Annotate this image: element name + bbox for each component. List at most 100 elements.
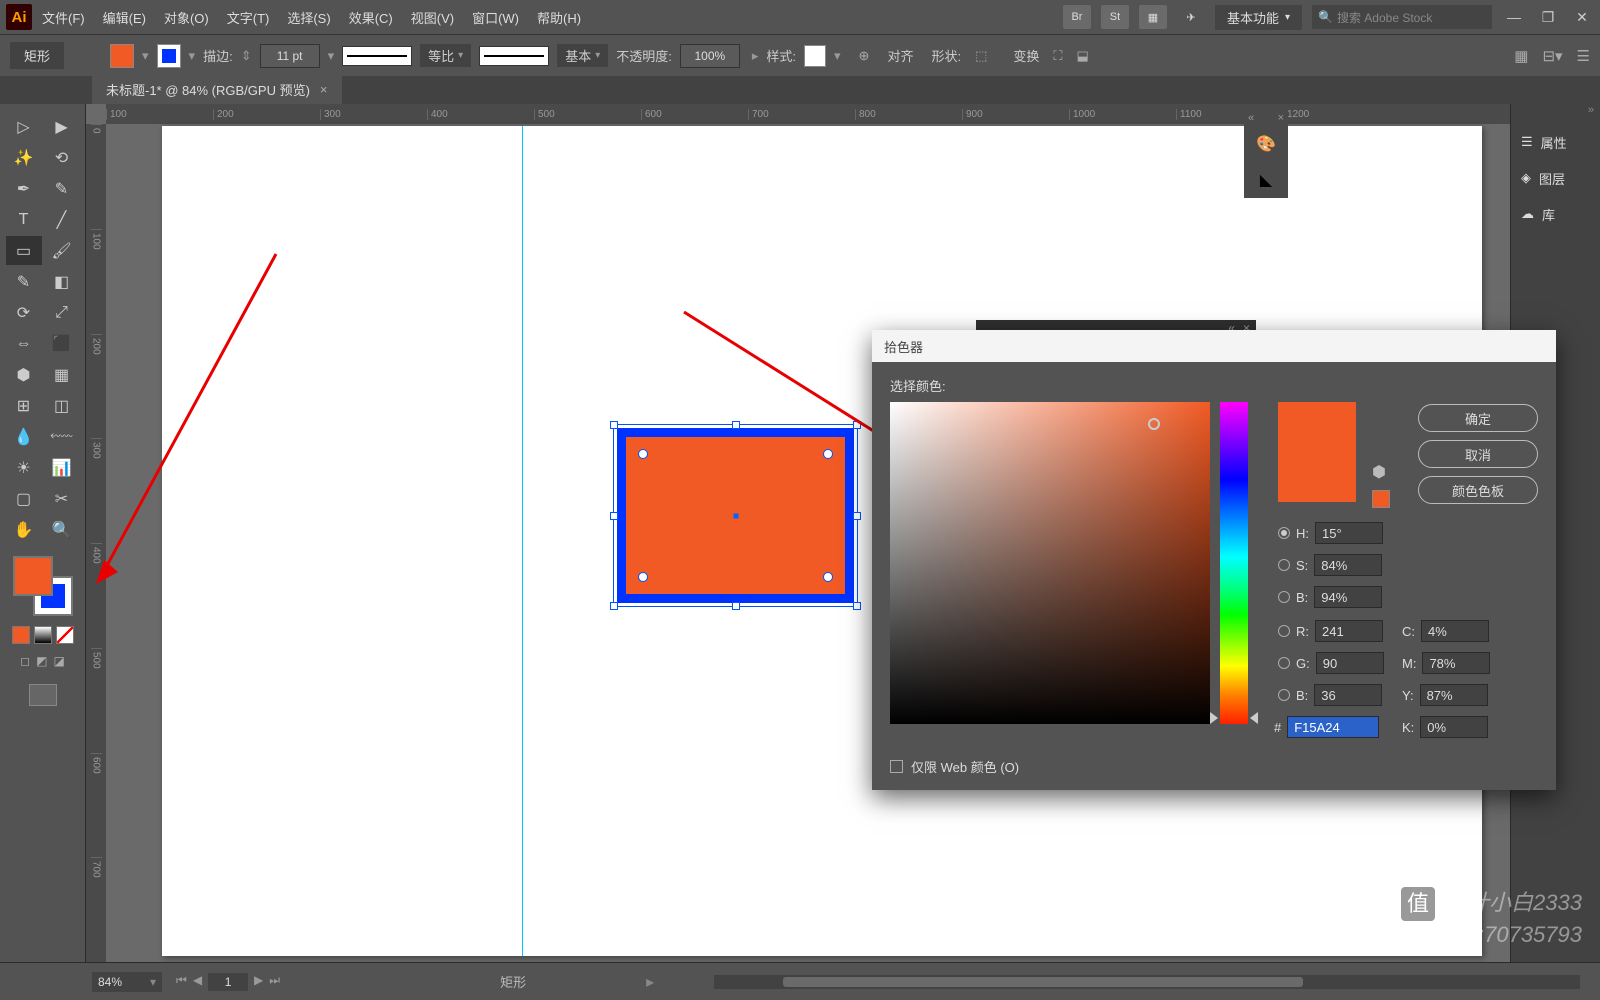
hand-tool[interactable]: ✋ xyxy=(6,515,42,544)
handle[interactable] xyxy=(853,602,861,610)
handle[interactable] xyxy=(610,421,618,429)
dialog-titlebar[interactable]: 拾色器 xyxy=(872,330,1556,362)
out-of-gamut-icon[interactable]: ⬢ xyxy=(1372,462,1386,482)
style-swatch[interactable] xyxy=(804,45,826,67)
handle[interactable] xyxy=(853,512,861,520)
perspective-tool[interactable]: ▦ xyxy=(44,360,80,389)
stroke-swatch[interactable] xyxy=(157,44,181,68)
draw-behind-icon[interactable]: ◩ xyxy=(36,654,47,668)
hue-slider[interactable] xyxy=(1220,402,1248,724)
g-input[interactable] xyxy=(1316,652,1384,674)
prev-artboard[interactable]: ◀ xyxy=(193,973,202,991)
s-input[interactable] xyxy=(1314,554,1382,576)
scale-tool[interactable]: ⤢ xyxy=(44,298,80,327)
width-tool[interactable]: ⇔ xyxy=(6,329,42,358)
color-panel-icon[interactable]: 🎨 xyxy=(1244,126,1288,162)
direct-select-tool[interactable]: ▶ xyxy=(44,112,80,141)
menu-type[interactable]: 文字(T) xyxy=(227,8,270,27)
type-tool[interactable]: T xyxy=(6,205,42,234)
shaper-tool[interactable]: ✎ xyxy=(6,267,42,296)
handle[interactable] xyxy=(610,602,618,610)
window-close[interactable]: ✕ xyxy=(1570,5,1594,29)
menu-help[interactable]: 帮助(H) xyxy=(537,8,581,27)
b2-radio[interactable] xyxy=(1278,689,1290,701)
guide-vertical[interactable] xyxy=(522,126,523,956)
align-to-icon[interactable]: ⊟▾ xyxy=(1542,47,1562,65)
k-input[interactable] xyxy=(1420,716,1488,738)
artboard-number[interactable]: 1 xyxy=(208,973,248,991)
hex-input[interactable] xyxy=(1287,716,1379,738)
free-transform-tool[interactable]: ⬛ xyxy=(44,329,80,358)
eyedropper-tool[interactable]: 💧 xyxy=(6,422,42,451)
transform-icon[interactable]: ⛶ xyxy=(1053,48,1062,64)
window-restore[interactable]: ❐ xyxy=(1536,5,1560,29)
blend-tool[interactable]: ⬳ xyxy=(44,422,80,451)
swatches-button[interactable]: 颜色色板 xyxy=(1418,476,1538,504)
gradient-tool[interactable]: ◫ xyxy=(44,391,80,420)
menu-select[interactable]: 选择(S) xyxy=(287,8,330,27)
tab-close[interactable]: × xyxy=(320,82,328,97)
b2-input[interactable] xyxy=(1314,684,1382,706)
search-stock-input[interactable]: 🔍搜索 Adobe Stock xyxy=(1312,5,1492,29)
gpu-icon[interactable]: ✈ xyxy=(1177,5,1205,29)
color-mode-solid[interactable] xyxy=(12,626,30,644)
brush-tool[interactable]: 🖌 xyxy=(44,236,80,265)
h-radio[interactable] xyxy=(1278,527,1290,539)
opacity-input[interactable] xyxy=(680,44,740,68)
recolor-icon[interactable]: ⊕ xyxy=(859,48,870,64)
zoom-dropdown[interactable]: 84% xyxy=(92,972,162,992)
scrollbar-thumb[interactable] xyxy=(783,977,1303,987)
horizontal-scrollbar[interactable] xyxy=(714,975,1580,989)
nearest-color-swatch[interactable] xyxy=(1372,490,1390,508)
symbol-tool[interactable]: ☀ xyxy=(6,453,42,482)
list-icon[interactable]: ☰ xyxy=(1577,47,1590,65)
transform-label[interactable]: 变换 xyxy=(1013,46,1039,65)
next-artboard[interactable]: ▶ xyxy=(254,973,263,991)
curvature-tool[interactable]: ✎ xyxy=(44,174,80,203)
fill-stroke-indicator[interactable] xyxy=(13,556,73,616)
b-input[interactable] xyxy=(1314,586,1382,608)
handle[interactable] xyxy=(610,512,618,520)
g-radio[interactable] xyxy=(1278,657,1290,669)
y-input[interactable] xyxy=(1420,684,1488,706)
checkbox-icon[interactable] xyxy=(890,760,903,773)
brush-def[interactable]: 基本 xyxy=(557,44,608,67)
workspace-selector[interactable]: 基本功能 xyxy=(1215,5,1302,30)
saturation-value-field[interactable] xyxy=(890,402,1210,724)
strip-collapse-icon[interactable]: « xyxy=(1248,112,1254,124)
cancel-button[interactable]: 取消 xyxy=(1418,440,1538,468)
shape-builder-tool[interactable]: ⬢ xyxy=(6,360,42,389)
menu-view[interactable]: 视图(V) xyxy=(411,8,454,27)
fill-swatch[interactable] xyxy=(110,44,134,68)
menu-edit[interactable]: 编辑(E) xyxy=(103,8,146,27)
stroke-weight-input[interactable] xyxy=(260,44,320,68)
stroke-width-profile[interactable]: 等比 xyxy=(420,44,471,67)
graph-tool[interactable]: 📊 xyxy=(44,453,80,482)
artboard-tool[interactable]: ▢ xyxy=(6,484,42,513)
web-only-checkbox[interactable]: 仅限 Web 颜色 (O) xyxy=(890,757,1019,776)
isolate-icon[interactable]: ⬓ xyxy=(1077,48,1089,64)
mesh-tool[interactable]: ⊞ xyxy=(6,391,42,420)
rotate-tool[interactable]: ⟳ xyxy=(6,298,42,327)
r-input[interactable] xyxy=(1315,620,1383,642)
arrange-docs-icon[interactable]: ▦ xyxy=(1139,5,1167,29)
handle[interactable] xyxy=(732,421,740,429)
s-radio[interactable] xyxy=(1278,559,1290,571)
r-radio[interactable] xyxy=(1278,625,1290,637)
eraser-tool[interactable]: ◧ xyxy=(44,267,80,296)
c-input[interactable] xyxy=(1421,620,1489,642)
panel-libraries[interactable]: ☁库 xyxy=(1511,196,1600,232)
menu-effect[interactable]: 效果(C) xyxy=(349,8,393,27)
last-artboard[interactable]: ⏭ xyxy=(269,973,280,991)
magic-wand-tool[interactable]: ✨ xyxy=(6,143,42,172)
panel-strip-collapse[interactable]: » xyxy=(1511,104,1600,124)
sv-cursor[interactable] xyxy=(1148,418,1160,430)
color-mode-none[interactable] xyxy=(56,626,74,644)
bridge-button[interactable]: Br xyxy=(1063,5,1091,29)
align-label[interactable]: 对齐 xyxy=(887,46,913,65)
grid-icon[interactable]: ▦ xyxy=(1514,47,1528,65)
handle[interactable] xyxy=(853,421,861,429)
lasso-tool[interactable]: ⟲ xyxy=(44,143,80,172)
status-menu-icon[interactable]: ▸ xyxy=(646,972,654,992)
first-artboard[interactable]: ⏮ xyxy=(176,973,187,991)
